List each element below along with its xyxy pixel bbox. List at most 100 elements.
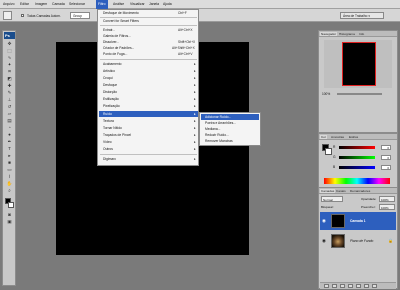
menu-item-criador-padroes[interactable]: Criador de Padrões...: [103, 46, 134, 50]
auto-select-mode-select[interactable]: Group: [70, 12, 90, 19]
tab-histograma[interactable]: Histograma: [339, 32, 355, 36]
quick-mask-icon[interactable]: ◙: [6, 212, 13, 218]
move-tool-preset-icon[interactable]: [3, 11, 12, 20]
path-select-icon[interactable]: ▸: [6, 153, 13, 159]
notes-tool-icon[interactable]: ▭: [6, 167, 13, 173]
layer-row[interactable]: ◉ Plano de Fundo 🔒: [320, 232, 396, 250]
layer-style-icon[interactable]: [332, 284, 337, 288]
shape-tool-icon[interactable]: ■: [6, 160, 13, 166]
menu-ajuda[interactable]: Ajuda: [163, 2, 172, 6]
pen-tool-icon[interactable]: ✒: [6, 139, 13, 145]
adjustment-layer-icon[interactable]: [348, 284, 353, 288]
menu-item-textura[interactable]: Textura: [103, 119, 114, 123]
eraser-tool-icon[interactable]: ▱: [6, 111, 13, 117]
tab-navegador[interactable]: Navegador: [320, 32, 338, 36]
type-tool-icon[interactable]: T: [6, 146, 13, 152]
menu-item-outros[interactable]: Outros: [103, 147, 113, 151]
menu-editar[interactable]: Editar: [20, 2, 29, 6]
layer-row[interactable]: ◉ Camada 1: [320, 212, 396, 230]
menu-camada[interactable]: Camada: [52, 2, 65, 6]
clone-stamp-icon[interactable]: ⊥: [6, 97, 13, 103]
menu-item-distorcao[interactable]: Distorção: [103, 90, 117, 94]
menu-item-estilizacao[interactable]: Estilização: [103, 97, 119, 101]
menu-item-adicionar-ruido[interactable]: Adicionar Ruído...: [205, 115, 231, 119]
magic-wand-tool-icon[interactable]: ✦: [6, 62, 13, 68]
menu-item-acabamento[interactable]: Acabamento: [103, 62, 122, 66]
background-color-swatch[interactable]: [8, 202, 14, 208]
background-color-swatch[interactable]: [325, 148, 332, 155]
color-spectrum-bar[interactable]: [324, 178, 390, 184]
menu-item-video[interactable]: Vídeo: [103, 140, 112, 144]
menu-item-reduzir-ruido[interactable]: Reduzir Ruído...: [205, 133, 229, 137]
workspace-button[interactable]: Área de Trabalho ▾: [340, 12, 384, 19]
menu-arquivo[interactable]: Arquivo: [3, 2, 15, 6]
menu-filtro[interactable]: Filtro: [96, 0, 108, 9]
channel-g-slider[interactable]: [339, 156, 375, 159]
healing-brush-icon[interactable]: ✚: [6, 83, 13, 89]
eyedropper-tool-icon[interactable]: ⌇: [6, 174, 13, 180]
fill-input[interactable]: 100%: [379, 204, 395, 210]
navigator-view-box[interactable]: [342, 42, 376, 86]
menu-analise[interactable]: Análise: [113, 2, 124, 6]
gradient-tool-icon[interactable]: ▤: [6, 118, 13, 124]
menu-item-poeira-arranhoes[interactable]: Poeira e Arranhões...: [205, 121, 236, 125]
menu-selecionar[interactable]: Selecionar: [69, 2, 85, 6]
brush-tool-icon[interactable]: ✎: [6, 90, 13, 96]
menu-item-galeria[interactable]: Galeria de Filtros...: [103, 34, 131, 38]
menu-janela[interactable]: Janela: [149, 2, 159, 6]
tab-demarcadores[interactable]: Demarcadores: [350, 189, 370, 193]
new-layer-icon[interactable]: [364, 284, 369, 288]
slice-tool-icon[interactable]: ◩: [6, 76, 13, 82]
screen-mode-icon[interactable]: ▣: [6, 219, 13, 225]
new-group-icon[interactable]: [356, 284, 361, 288]
navigator-preview[interactable]: [324, 40, 392, 88]
navigator-zoom-slider[interactable]: [337, 93, 382, 95]
tab-info[interactable]: Info: [359, 32, 364, 36]
menu-visualizar[interactable]: Visualizar: [130, 2, 145, 6]
menu-item-extrair[interactable]: Extrair...: [103, 28, 115, 32]
dodge-tool-icon[interactable]: ●: [6, 132, 13, 138]
blur-tool-icon[interactable]: ◔: [6, 125, 13, 131]
history-brush-icon[interactable]: ↺: [6, 104, 13, 110]
menu-item-ponto-fuga[interactable]: Ponto de Fuga...: [103, 52, 127, 56]
menu-item-tornar-nitido[interactable]: Tornar Nítido: [103, 126, 122, 130]
menu-item-artistico[interactable]: Artístico: [103, 69, 115, 73]
menu-item-remover-manchas[interactable]: Remover Manchas: [205, 139, 233, 143]
menu-item-tracados-pincel[interactable]: Traçados de Pincel: [103, 133, 131, 137]
channel-r-value[interactable]: 0: [381, 145, 391, 150]
tab-canais[interactable]: Canais: [336, 189, 346, 193]
zoom-tool-icon[interactable]: ⌕: [6, 188, 13, 194]
auto-select-checkbox[interactable]: [21, 14, 24, 17]
tab-camadas[interactable]: Camadas: [320, 189, 336, 193]
blend-mode-select[interactable]: Normal: [321, 196, 343, 202]
navigator-zoom-value[interactable]: 100%: [322, 92, 330, 96]
layer-mask-icon[interactable]: [340, 284, 345, 288]
tab-estilos[interactable]: Estilos: [349, 135, 358, 139]
menu-item-croqui[interactable]: Croqui: [103, 76, 113, 80]
marquee-tool-icon[interactable]: ⬚: [6, 48, 13, 54]
link-layers-icon[interactable]: [324, 284, 329, 288]
move-tool-icon[interactable]: ✥: [6, 41, 13, 47]
menu-item-desfoque[interactable]: Desfoque: [103, 83, 117, 87]
hand-tool-icon[interactable]: ✋: [6, 181, 13, 187]
menu-item-smart-filters[interactable]: Convert for Smart Filters: [103, 19, 139, 23]
menu-item-dissolver[interactable]: Dissolver...: [103, 40, 119, 44]
crop-tool-icon[interactable]: ⌗: [6, 69, 13, 75]
channel-r-slider[interactable]: [339, 146, 375, 149]
channel-b-value[interactable]: 0: [381, 165, 391, 170]
delete-layer-icon[interactable]: [372, 284, 377, 288]
eye-icon[interactable]: ◉: [322, 238, 327, 243]
menu-imagem[interactable]: Imagem: [35, 2, 47, 6]
menu-item-pixelizacao[interactable]: Pixelização: [103, 104, 120, 108]
channel-g-value[interactable]: 0: [381, 155, 391, 160]
eye-icon[interactable]: ◉: [322, 218, 327, 223]
menu-item-ruido[interactable]: Ruído: [103, 112, 112, 116]
channel-b-slider[interactable]: [339, 166, 375, 169]
menu-item-mediana[interactable]: Mediana...: [205, 127, 220, 131]
tab-amostras[interactable]: Amostras: [331, 135, 344, 139]
tab-cor[interactable]: Cor: [320, 135, 327, 139]
opacity-input[interactable]: 100%: [379, 196, 395, 202]
menu-item-last-filter[interactable]: Desfoque de Movimento: [103, 11, 139, 15]
lasso-tool-icon[interactable]: ∿: [6, 55, 13, 61]
menu-item-digimarc[interactable]: Digimarc: [103, 157, 116, 161]
